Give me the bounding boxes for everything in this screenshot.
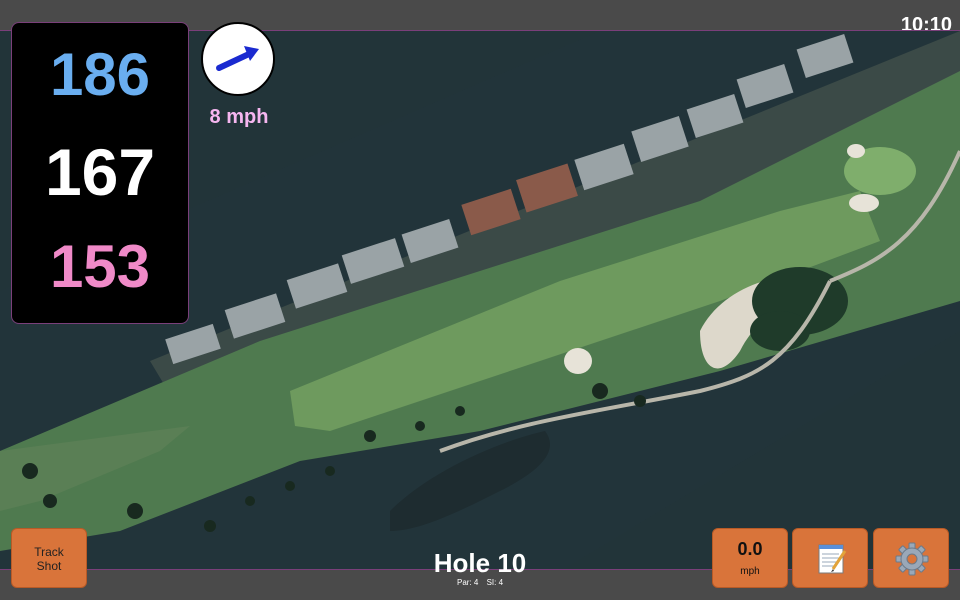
track-shot-label-line1: Track [34,545,64,559]
center-distance: 167 [44,135,156,209]
notepad-icon [818,544,847,574]
speed-value: 0.0 [737,539,763,559]
wind-direction-dial [201,22,275,96]
speed-unit: mph [740,566,760,577]
distance-panel: 186 167 153 [11,22,189,324]
track-shot-label-line2: Shot [36,559,62,573]
wind-speed: 8 mph [209,106,269,128]
par-label: Par: 4 [456,578,479,587]
wind-direction-arrow-icon [216,46,259,71]
hole-info: Hole 10 Par: 4 SI: 4 [380,548,580,588]
speed-button[interactable]: 0.0 mph [712,528,788,588]
settings-button[interactable] [873,528,949,588]
hole-title: Hole 10 [433,548,527,578]
back-distance: 186 [49,41,151,108]
gear-icon [895,542,929,576]
front-distance: 153 [49,233,151,300]
si-label: SI: 4 [486,578,504,587]
track-shot-button[interactable]: Track Shot [11,528,87,588]
notes-button[interactable] [792,528,868,588]
hole-meta: Par: 4 SI: 4 [380,578,580,588]
